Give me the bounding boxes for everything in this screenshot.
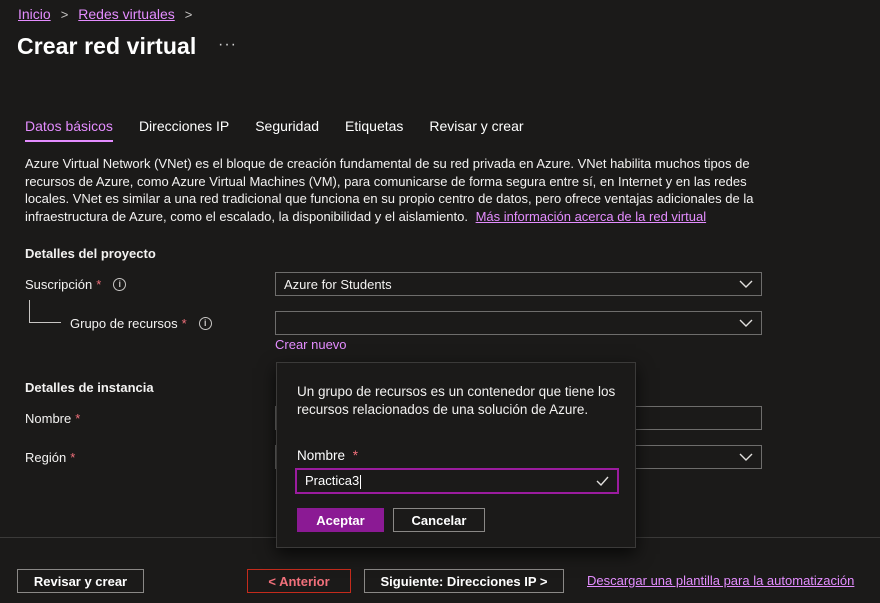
tab-bar: Datos básicos Direcciones IP Seguridad E…	[25, 118, 550, 142]
download-template-link[interactable]: Descargar una plantilla para la automati…	[587, 573, 854, 588]
name-label: Nombre *	[25, 411, 80, 426]
callout-name-label: Nombre *	[297, 448, 358, 463]
resource-group-label: Grupo de recursos * i	[70, 316, 212, 331]
info-icon[interactable]: i	[198, 317, 212, 330]
resource-group-name-input[interactable]: Practica3	[295, 468, 619, 494]
subscription-value: Azure for Students	[284, 276, 392, 292]
required-mark: *	[70, 450, 76, 465]
text-caret	[360, 474, 362, 489]
learn-more-link[interactable]: Más información acerca de la red virtual	[476, 209, 707, 224]
resource-group-label-text: Grupo de recursos	[70, 316, 178, 331]
tree-connector	[29, 300, 61, 323]
page-title: Crear red virtual	[17, 33, 197, 59]
resource-group-select[interactable]	[275, 311, 762, 335]
tab-datos-basicos[interactable]: Datos básicos	[25, 118, 113, 142]
resource-group-name-value: Practica3	[305, 473, 360, 489]
next-button[interactable]: Siguiente: Direcciones IP >	[364, 569, 564, 593]
more-options-icon[interactable]: ···	[218, 36, 237, 54]
instance-details-heading: Detalles de instancia	[25, 380, 154, 395]
subscription-label-text: Suscripción	[25, 277, 93, 292]
callout-description: Un grupo de recursos es un contenedor qu…	[297, 384, 616, 417]
project-details-heading: Detalles del proyecto	[25, 246, 156, 261]
required-mark: *	[75, 411, 81, 426]
required-mark: *	[96, 277, 102, 292]
name-label-text: Nombre	[25, 411, 72, 426]
intro-description: Azure Virtual Network (VNet) es el bloqu…	[25, 155, 755, 225]
tab-direcciones-ip[interactable]: Direcciones IP	[139, 118, 229, 142]
previous-button[interactable]: < Anterior	[247, 569, 351, 593]
breadcrumb-virtual-networks-link[interactable]: Redes virtuales	[78, 6, 175, 22]
accept-button[interactable]: Aceptar	[297, 508, 384, 532]
checkmark-icon	[596, 476, 609, 486]
chevron-down-icon	[739, 319, 753, 327]
create-new-link[interactable]: Crear nuevo	[275, 337, 347, 352]
callout-name-label-text: Nombre	[297, 448, 346, 463]
tab-seguridad[interactable]: Seguridad	[255, 118, 319, 142]
breadcrumb-separator: >	[60, 6, 69, 22]
chevron-down-icon	[739, 280, 753, 288]
subscription-select[interactable]: Azure for Students	[275, 272, 762, 296]
required-mark: *	[181, 316, 187, 331]
review-create-button[interactable]: Revisar y crear	[17, 569, 144, 593]
region-label: Región *	[25, 450, 75, 465]
info-icon[interactable]: i	[113, 278, 127, 291]
create-resource-group-callout: Un grupo de recursos es un contenedor qu…	[276, 362, 636, 548]
tab-etiquetas[interactable]: Etiquetas	[345, 118, 403, 142]
breadcrumb-separator: >	[184, 6, 193, 22]
tab-revisar-y-crear[interactable]: Revisar y crear	[429, 118, 523, 142]
breadcrumb-home-link[interactable]: Inicio	[18, 6, 51, 22]
subscription-label: Suscripción * i	[25, 277, 127, 292]
chevron-down-icon	[739, 453, 753, 461]
required-mark: *	[352, 448, 359, 463]
region-label-text: Región	[25, 450, 67, 465]
breadcrumb: Inicio > Redes virtuales >	[18, 6, 196, 22]
cancel-button[interactable]: Cancelar	[393, 508, 485, 532]
